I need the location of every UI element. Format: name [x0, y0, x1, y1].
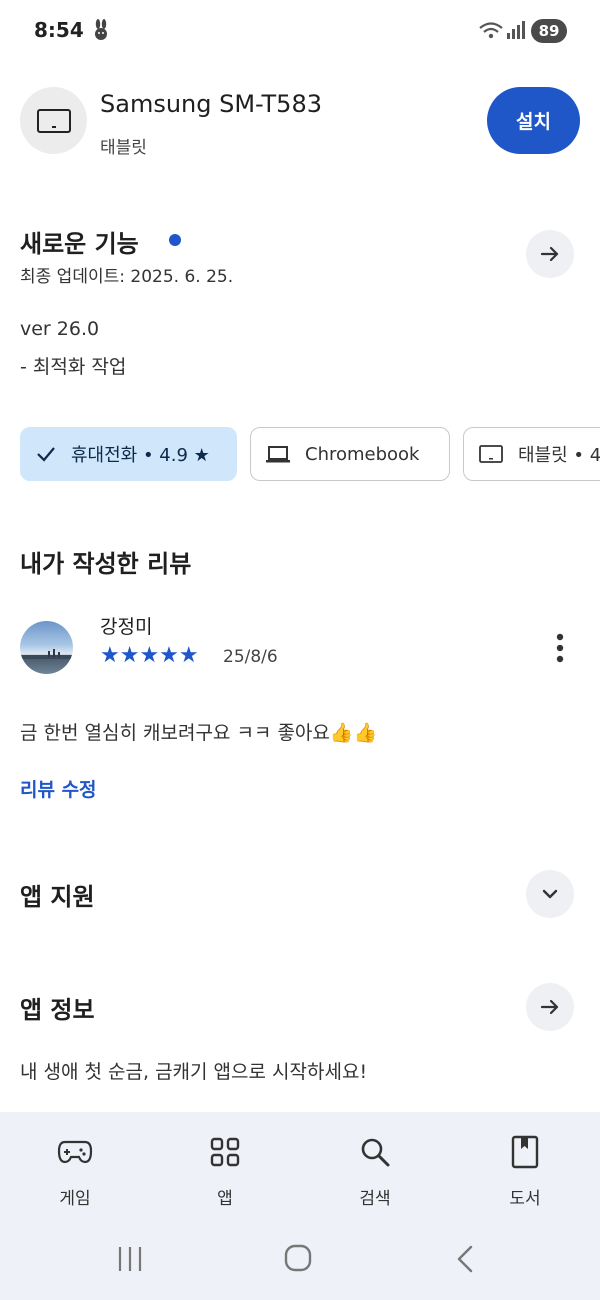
- release-notes: - 최적화 작업: [20, 356, 127, 378]
- my-review-title: 내가 작성한 리뷰: [20, 550, 192, 578]
- review-text: 금 한번 열심히 캐보려구요 ㅋㅋ 좋아요👍👍: [20, 722, 378, 744]
- whats-new-arrow-button[interactable]: [526, 230, 574, 278]
- tablet-device-avatar: [20, 87, 87, 154]
- check-icon: [35, 443, 57, 465]
- device-name: Samsung SM-T583: [100, 90, 322, 118]
- chip-tablet-label: 태블릿 • 4: [518, 445, 600, 466]
- chip-tablet[interactable]: 태블릿 • 4: [463, 427, 600, 481]
- whats-new-title: 새로운 기능: [20, 230, 139, 258]
- avatar: [20, 621, 73, 674]
- recent-apps-icon[interactable]: [116, 1245, 144, 1273]
- install-button[interactable]: 설치: [487, 87, 580, 154]
- edit-review-link[interactable]: 리뷰 수정: [20, 775, 97, 802]
- nav-item-books[interactable]: 도서: [465, 1112, 585, 1227]
- bunny-icon: [95, 19, 107, 40]
- nav-label-search: 검색: [359, 1189, 391, 1209]
- app-support-expand-button[interactable]: [526, 870, 574, 918]
- signal-icon: [507, 21, 525, 39]
- app-info-arrow-button[interactable]: [526, 983, 574, 1031]
- home-icon[interactable]: [283, 1243, 313, 1273]
- more-vert-icon[interactable]: [548, 630, 572, 666]
- book-icon: [501, 1132, 549, 1172]
- tablet-icon: [478, 443, 504, 465]
- nav-label-books: 도서: [509, 1189, 541, 1209]
- new-indicator-dot: [169, 234, 181, 246]
- nav-label-games: 게임: [59, 1189, 91, 1209]
- gamepad-icon: [51, 1132, 99, 1172]
- wifi-icon: [479, 22, 503, 39]
- battery-indicator: 89: [531, 19, 567, 43]
- reviewer-name: 강정미: [100, 616, 153, 638]
- nav-item-search[interactable]: 검색: [315, 1112, 435, 1227]
- device-type: 태블릿: [100, 138, 147, 158]
- app-info-title: 앱 정보: [20, 996, 95, 1024]
- version-text: ver 26.0: [20, 318, 100, 340]
- back-icon[interactable]: [454, 1244, 476, 1274]
- nav-item-apps[interactable]: 앱: [165, 1112, 285, 1227]
- app-support-title: 앱 지원: [20, 883, 95, 911]
- app-info-description: 내 생애 첫 순금, 금캐기 앱으로 시작하세요!: [20, 1061, 368, 1083]
- apps-grid-icon: [201, 1132, 249, 1172]
- status-time: 8:54: [34, 18, 84, 42]
- arrow-right-icon: [540, 999, 559, 1015]
- last-updated: 최종 업데이트: 2025. 6. 25.: [20, 267, 234, 287]
- review-date: 25/8/6: [223, 647, 278, 667]
- system-navigation-bar: [0, 1227, 600, 1300]
- bottom-navigation: 게임 앱 검색 도서: [0, 1112, 600, 1227]
- search-icon: [351, 1132, 399, 1172]
- nav-item-games[interactable]: 게임: [15, 1112, 135, 1227]
- tablet-icon: [36, 108, 71, 133]
- chevron-down-icon: [542, 889, 558, 899]
- chip-chromebook-label: Chromebook: [305, 443, 420, 465]
- laptop-icon: [265, 443, 291, 465]
- nav-label-apps: 앱: [217, 1189, 233, 1209]
- chip-phone[interactable]: 휴대전화 • 4.9 ★: [20, 427, 237, 481]
- chip-chromebook[interactable]: Chromebook: [250, 427, 450, 481]
- star-rating: ★★★★★: [100, 643, 199, 668]
- arrow-right-icon: [540, 246, 559, 262]
- chip-phone-label: 휴대전화 • 4.9 ★: [71, 445, 210, 466]
